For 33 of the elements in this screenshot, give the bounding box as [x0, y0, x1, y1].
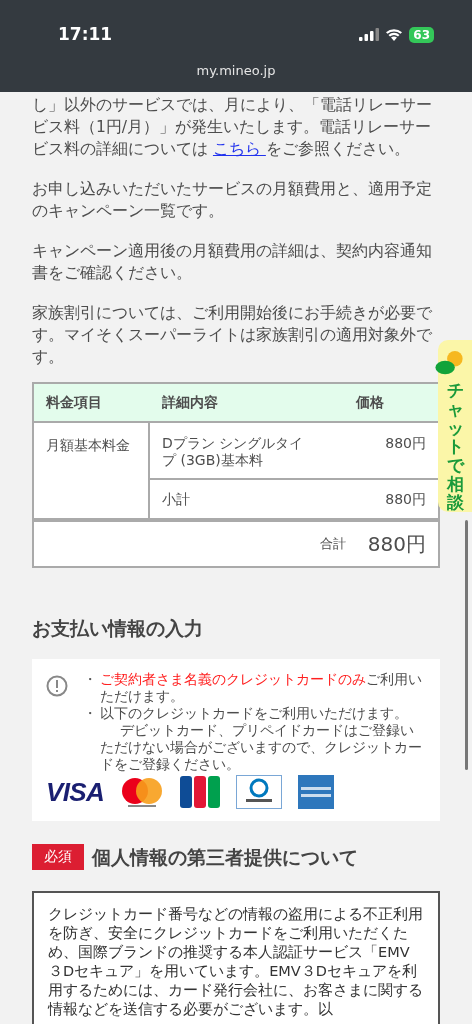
bullet: ・	[82, 670, 98, 689]
paragraph: お申し込みいただいたサービスの月額費用と、適用予定のキャンペーン一覧です。	[32, 179, 433, 222]
url-text: my.mineo.jp	[196, 61, 276, 80]
table-cell: 月額基本料金	[34, 423, 150, 518]
required-badge: 必須	[32, 843, 84, 870]
total-label: 合計	[319, 535, 346, 554]
visa-logo: VISA	[46, 778, 105, 805]
column-header: 料金項目	[45, 393, 103, 412]
signal-icon	[359, 28, 380, 42]
section-heading: お支払い情報の入力	[31, 616, 204, 641]
notice-text: ご契約者さま名義のクレジットカードのみご利用いただけます。	[100, 670, 423, 705]
consent-text: クレジットカード番号などの情報の盗用による不正利用を防ぎ、安全にクレジットカードをご利用いただくため、国際ブランドの推奨する本人認証サービス「EMV３Dセキュア」を用いています。EMV３Dセキュアを利用するためには、カード発行会社に、お客さまに関する情報などを送信する必要がございます。以	[48, 905, 424, 1019]
bullet: ・	[82, 704, 98, 723]
battery-level: 63	[409, 26, 434, 43]
paragraph: し」以外のサービスでは、月により、「電話リレーサービス料（1円/月）」が発生いたします。電話リレーサービス料の詳細については こちら をご参照ください。	[32, 95, 433, 160]
paragraph: 家族割引については、ご利用開始後にお手続きが必要です。マイそくスーパーライトは家族割引の適用対象外です。	[32, 303, 433, 368]
notice-text: デビットカード、プリペイドカードはご登録いただけない場合がございますので、クレジットカードをご登録ください。	[100, 721, 423, 773]
table-cell-text: 880円	[385, 435, 426, 453]
table-cell-text: 小計	[162, 490, 191, 508]
chat-label: チャットで相談	[446, 381, 464, 512]
section-heading: 個人情報の第三者提供について	[92, 844, 358, 870]
table-cell: 880円	[385, 490, 426, 508]
wifi-icon	[385, 28, 404, 42]
table-cell-text: Dプラン シングルタイプ (3GB)基本料	[162, 435, 305, 470]
mastercard-icon	[120, 775, 165, 808]
notice-text: 以下のクレジットカードをご利用いただけます。	[100, 704, 409, 722]
exclamation-icon	[46, 674, 68, 697]
column-header: 詳細内容	[161, 393, 219, 412]
paragraph: キャンペーン適用後の月額費用の詳細は、契約内容通知書をご確認ください。	[32, 241, 433, 284]
clock: 17:11	[58, 23, 113, 46]
column-header: 価格	[355, 393, 385, 412]
link[interactable]: こちら	[212, 140, 266, 158]
total-amount: 880円	[367, 531, 426, 558]
